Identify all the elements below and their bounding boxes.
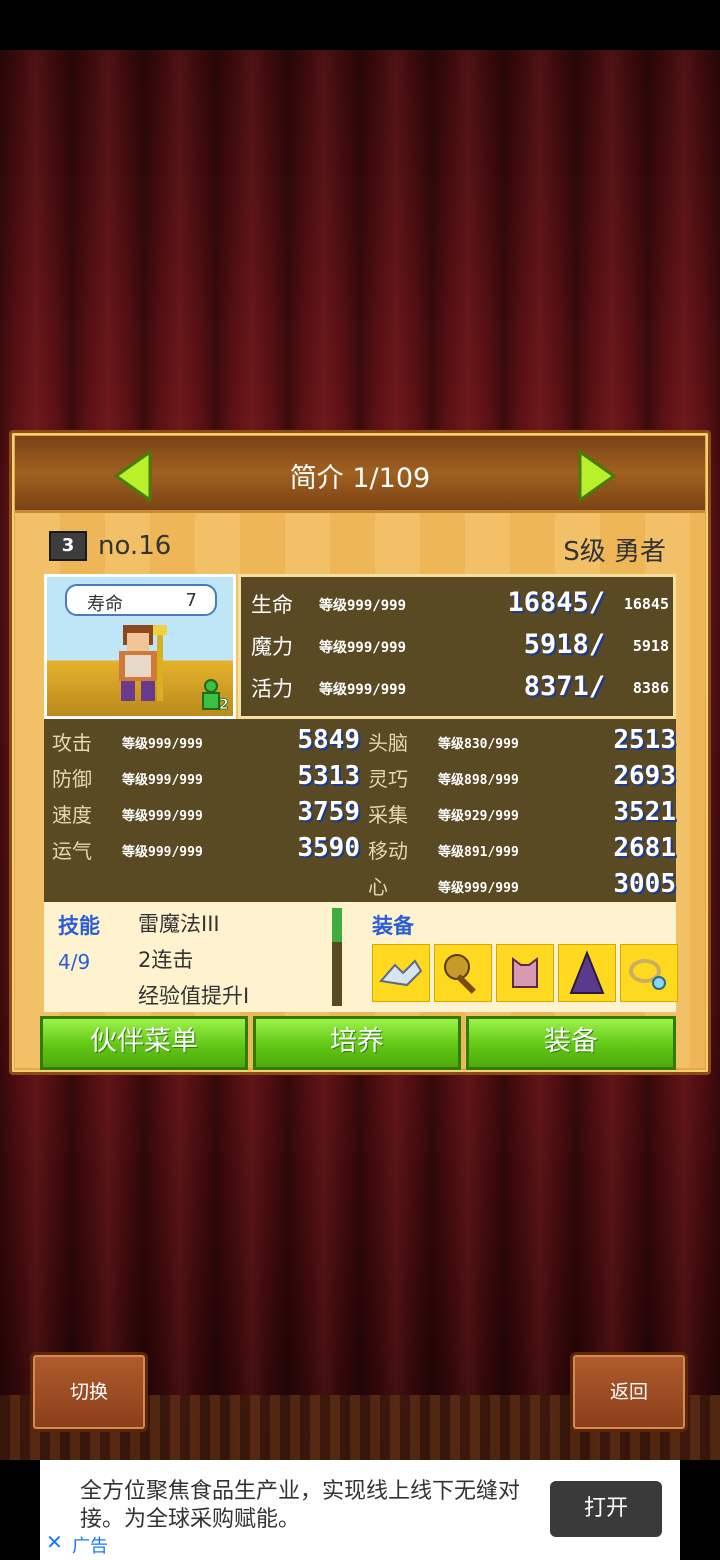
stat-value: 5849 — [297, 725, 360, 755]
switch-button[interactable]: 切换 — [30, 1352, 148, 1432]
stat-value: 3759 — [297, 797, 360, 827]
vital-current: 16845/ — [507, 587, 605, 618]
stat-value: 2513 — [613, 725, 676, 755]
ad-open-button[interactable]: 打开 — [550, 1481, 662, 1537]
stat-value: 2681 — [613, 833, 676, 863]
ring-icon — [629, 959, 666, 990]
stat-label: 运气 — [52, 839, 92, 863]
wing-icon — [379, 959, 423, 987]
vital-max: 5918 — [632, 637, 669, 655]
armor-icon — [512, 957, 538, 988]
skills-count: 4/9 — [58, 950, 91, 974]
stat-value: 3005 — [613, 869, 676, 899]
vital-label: 活力 — [251, 677, 293, 701]
stats-panel: 攻击 等级999/999 5849 防御 等级999/999 5313 速度 等… — [44, 719, 676, 902]
stat-level: 等级830/999 — [438, 737, 519, 752]
vital-level: 等级999/999 — [319, 682, 407, 698]
lifespan-label: 寿命 — [87, 594, 123, 615]
skills-scrollbar[interactable] — [332, 908, 342, 1006]
character-profile-panel: 简介 1/109 3 no.16 S级 勇者 寿命 7 2 生命 等级999/9… — [9, 430, 711, 1075]
vital-level: 等级999/999 — [319, 598, 407, 614]
next-arrow-icon[interactable] — [578, 450, 618, 502]
stat-attack: 攻击 等级999/999 5849 — [44, 725, 360, 757]
vital-row-hp: 生命 等级999/999 16845/ 16845 — [249, 587, 669, 623]
stat-level: 等级999/999 — [122, 845, 203, 860]
id-card-icon: 3 — [49, 531, 87, 561]
stat-label: 速度 — [52, 803, 92, 827]
stat-heart: 心 等级999/999 3005 — [360, 869, 676, 901]
vital-current: 5918/ — [523, 629, 605, 660]
stat-value: 3521 — [613, 797, 676, 827]
party-member-icon: 2 — [202, 679, 229, 711]
stat-label: 头脑 — [368, 731, 408, 755]
skills-title: 技能 — [58, 914, 100, 938]
ad-banner[interactable]: 全方位聚焦食品生产业，实现线上线下无缝对接。为全球采购赋能。 打开 ✕ 广告 — [40, 1460, 680, 1560]
stat-level: 等级929/999 — [438, 809, 519, 824]
skills-equipment-panel: 技能 4/9 雷魔法III 2连击 经验值提升I 装备 — [44, 902, 678, 1012]
skill-item: 经验值提升I — [138, 984, 250, 1008]
vital-label: 魔力 — [251, 635, 293, 659]
character-id: no.16 — [98, 531, 172, 561]
skill-item: 雷魔法III — [138, 912, 220, 936]
ad-margin-right — [680, 1460, 720, 1560]
stat-value: 3590 — [297, 833, 360, 863]
stat-defense: 防御 等级999/999 5313 — [44, 761, 360, 793]
vital-row-stamina: 活力 等级999/999 8371/ 8386 — [249, 671, 669, 707]
stat-value: 5313 — [297, 761, 360, 791]
vital-label: 生命 — [251, 593, 293, 617]
vital-max: 16845 — [623, 595, 669, 613]
hero-sprite-icon — [119, 625, 167, 701]
party-menu-button[interactable]: 伙伴菜单 — [40, 1016, 248, 1070]
equip-button[interactable]: 装备 — [466, 1016, 676, 1070]
stat-level: 等级898/999 — [438, 773, 519, 788]
stat-level: 等级999/999 — [122, 773, 203, 788]
stat-level: 等级999/999 — [122, 737, 203, 752]
train-button[interactable]: 培养 — [253, 1016, 461, 1070]
stat-movement: 移动 等级891/999 2681 — [360, 833, 676, 865]
lifespan-badge: 寿命 7 — [65, 584, 217, 616]
stat-value: 2693 — [613, 761, 676, 791]
cloak-icon — [569, 950, 605, 994]
stat-speed: 速度 等级999/999 3759 — [44, 797, 360, 829]
ad-label: 广告 — [72, 1536, 108, 1557]
stat-luck: 运气 等级999/999 3590 — [44, 833, 360, 865]
back-button[interactable]: 返回 — [570, 1352, 688, 1432]
status-bar — [0, 0, 720, 50]
stat-gathering: 采集 等级929/999 3521 — [360, 797, 676, 829]
ad-margin-left — [0, 1460, 40, 1560]
equipment-slot[interactable] — [620, 944, 678, 1002]
vital-current: 8371/ — [523, 671, 605, 702]
scrollbar-thumb[interactable] — [332, 908, 342, 942]
equipment-slot[interactable] — [496, 944, 554, 1002]
stat-label: 防御 — [52, 767, 92, 791]
stat-level: 等级999/999 — [122, 809, 203, 824]
equipment-slot[interactable] — [558, 944, 616, 1002]
stat-label: 心 — [368, 875, 388, 899]
vitals-panel: 生命 等级999/999 16845/ 16845 魔力 等级999/999 5… — [238, 574, 676, 719]
ad-text: 全方位聚焦食品生产业，实现线上线下无缝对接。为全球采购赋能。 — [80, 1479, 521, 1532]
stat-intellect: 头脑 等级830/999 2513 — [360, 725, 676, 757]
character-rank: S级 勇者 — [563, 537, 666, 567]
character-portrait: 寿命 7 2 — [44, 574, 236, 719]
ad-close-icon[interactable]: ✕ — [46, 1530, 63, 1554]
equipment-slot[interactable] — [372, 944, 430, 1002]
vital-level: 等级999/999 — [319, 640, 407, 656]
stat-level: 等级891/999 — [438, 845, 519, 860]
stat-label: 灵巧 — [368, 767, 408, 791]
equipment-title: 装备 — [372, 914, 414, 938]
lifespan-value: 7 — [185, 590, 197, 611]
stat-level: 等级999/999 — [438, 881, 519, 896]
stat-label: 移动 — [368, 839, 408, 863]
vital-row-mp: 魔力 等级999/999 5918/ 5918 — [249, 629, 669, 665]
mace-icon — [444, 954, 476, 994]
stat-label: 采集 — [368, 803, 408, 827]
skill-item: 2连击 — [138, 948, 194, 972]
equipment-slot[interactable] — [434, 944, 492, 1002]
stat-label: 攻击 — [52, 731, 92, 755]
vital-max: 8386 — [632, 679, 669, 697]
panel-header: 简介 1/109 — [15, 436, 705, 513]
svg-text:2: 2 — [219, 697, 229, 711]
stat-dexterity: 灵巧 等级898/999 2693 — [360, 761, 676, 793]
